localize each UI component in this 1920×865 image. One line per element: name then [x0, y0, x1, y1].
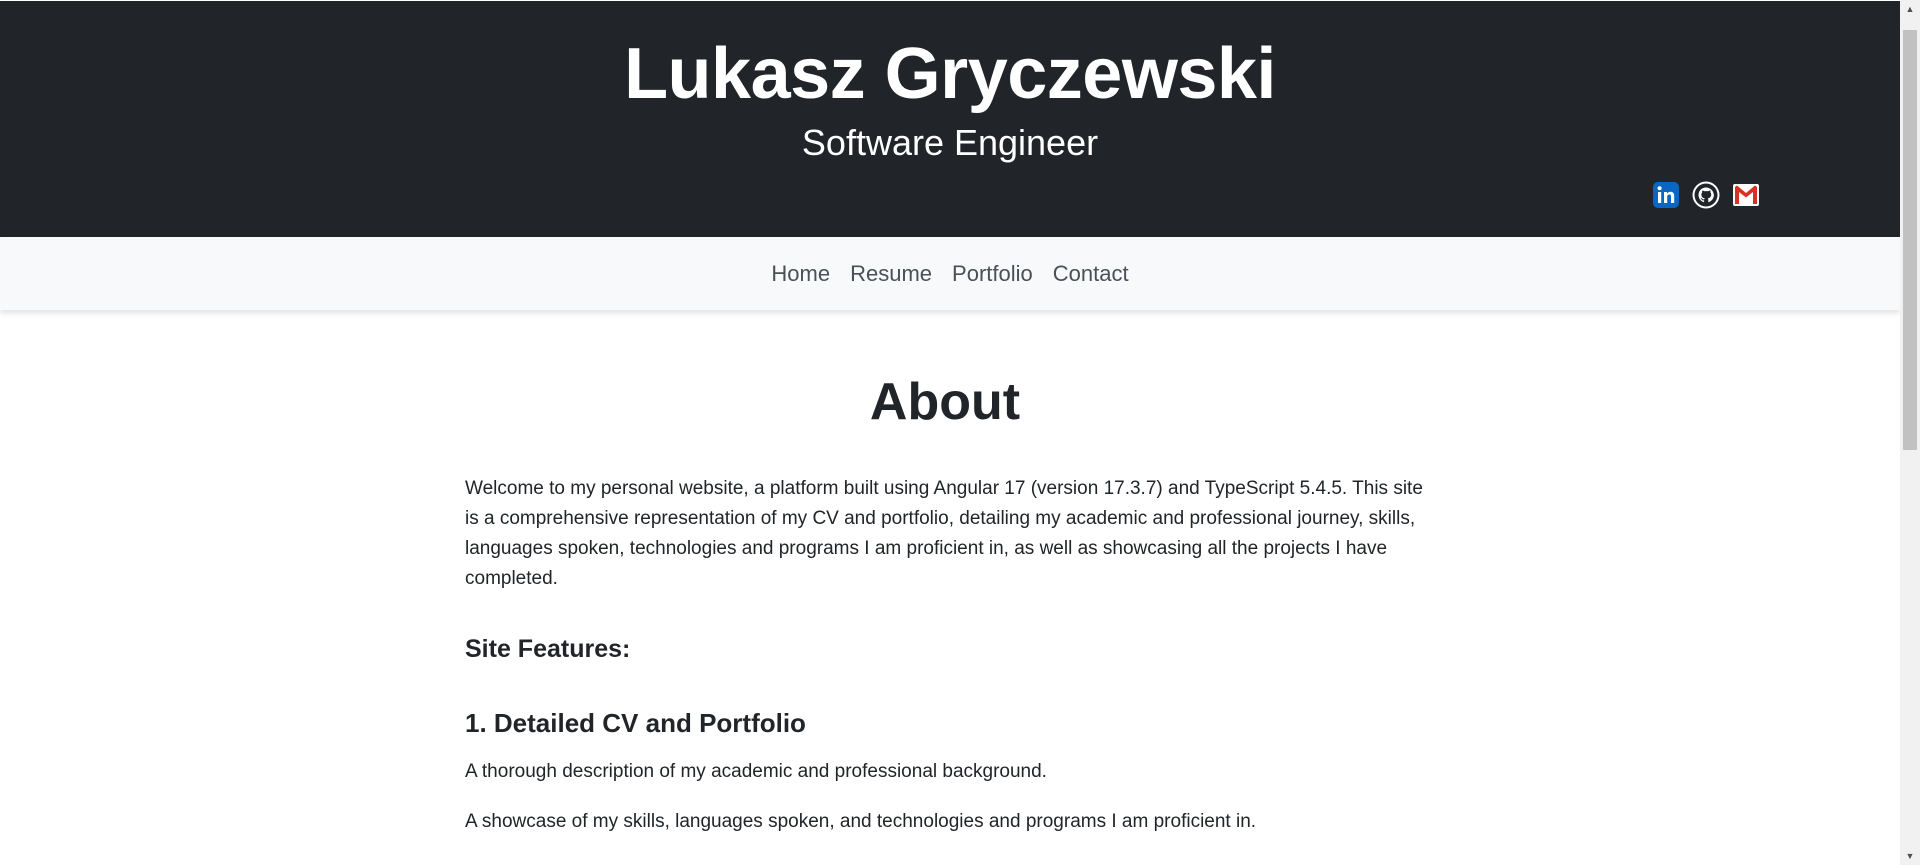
nav-portfolio[interactable]: Portfolio — [952, 257, 1033, 291]
site-features-heading: Site Features: — [465, 635, 631, 663]
site-header: Lukasz Gryczewski Software Engineer — [0, 0, 1900, 237]
site-subtitle: Software Engineer — [801, 122, 1099, 163]
about-heading: About — [869, 373, 1021, 431]
scroll-down-icon[interactable]: ▼ — [1900, 847, 1920, 865]
github-icon[interactable] — [1692, 181, 1720, 209]
page: Lukasz Gryczewski Software Engineer Home… — [0, 0, 1900, 865]
about-intro: Welcome to my personal website, a platfo… — [465, 478, 1423, 589]
nav-contact[interactable]: Contact — [1053, 257, 1129, 291]
feature-heading: 1. Detailed CV and Portfolio — [465, 708, 806, 738]
linkedin-icon[interactable] — [1652, 181, 1680, 209]
scroll-up-icon[interactable]: ▲ — [1900, 0, 1920, 18]
social-links — [1652, 181, 1760, 209]
feature-text: A thorough description of my academic an… — [465, 761, 1047, 782]
nav-resume[interactable]: Resume — [850, 257, 932, 291]
about-section: About Welcome to my personal website, a … — [465, 370, 1435, 858]
feature-text: A showcase of my skills, languages spoke… — [465, 811, 1257, 832]
main-nav: Home Resume Portfolio Contact — [0, 237, 1900, 310]
scroll-thumb[interactable] — [1903, 30, 1917, 450]
nav-home[interactable]: Home — [771, 257, 830, 291]
browser-viewport: Lukasz Gryczewski Software Engineer Home… — [0, 0, 1920, 865]
site-title: Lukasz Gryczewski — [624, 34, 1276, 114]
gmail-icon[interactable] — [1732, 181, 1760, 209]
vertical-scrollbar[interactable]: ▲ ▼ — [1900, 0, 1920, 865]
